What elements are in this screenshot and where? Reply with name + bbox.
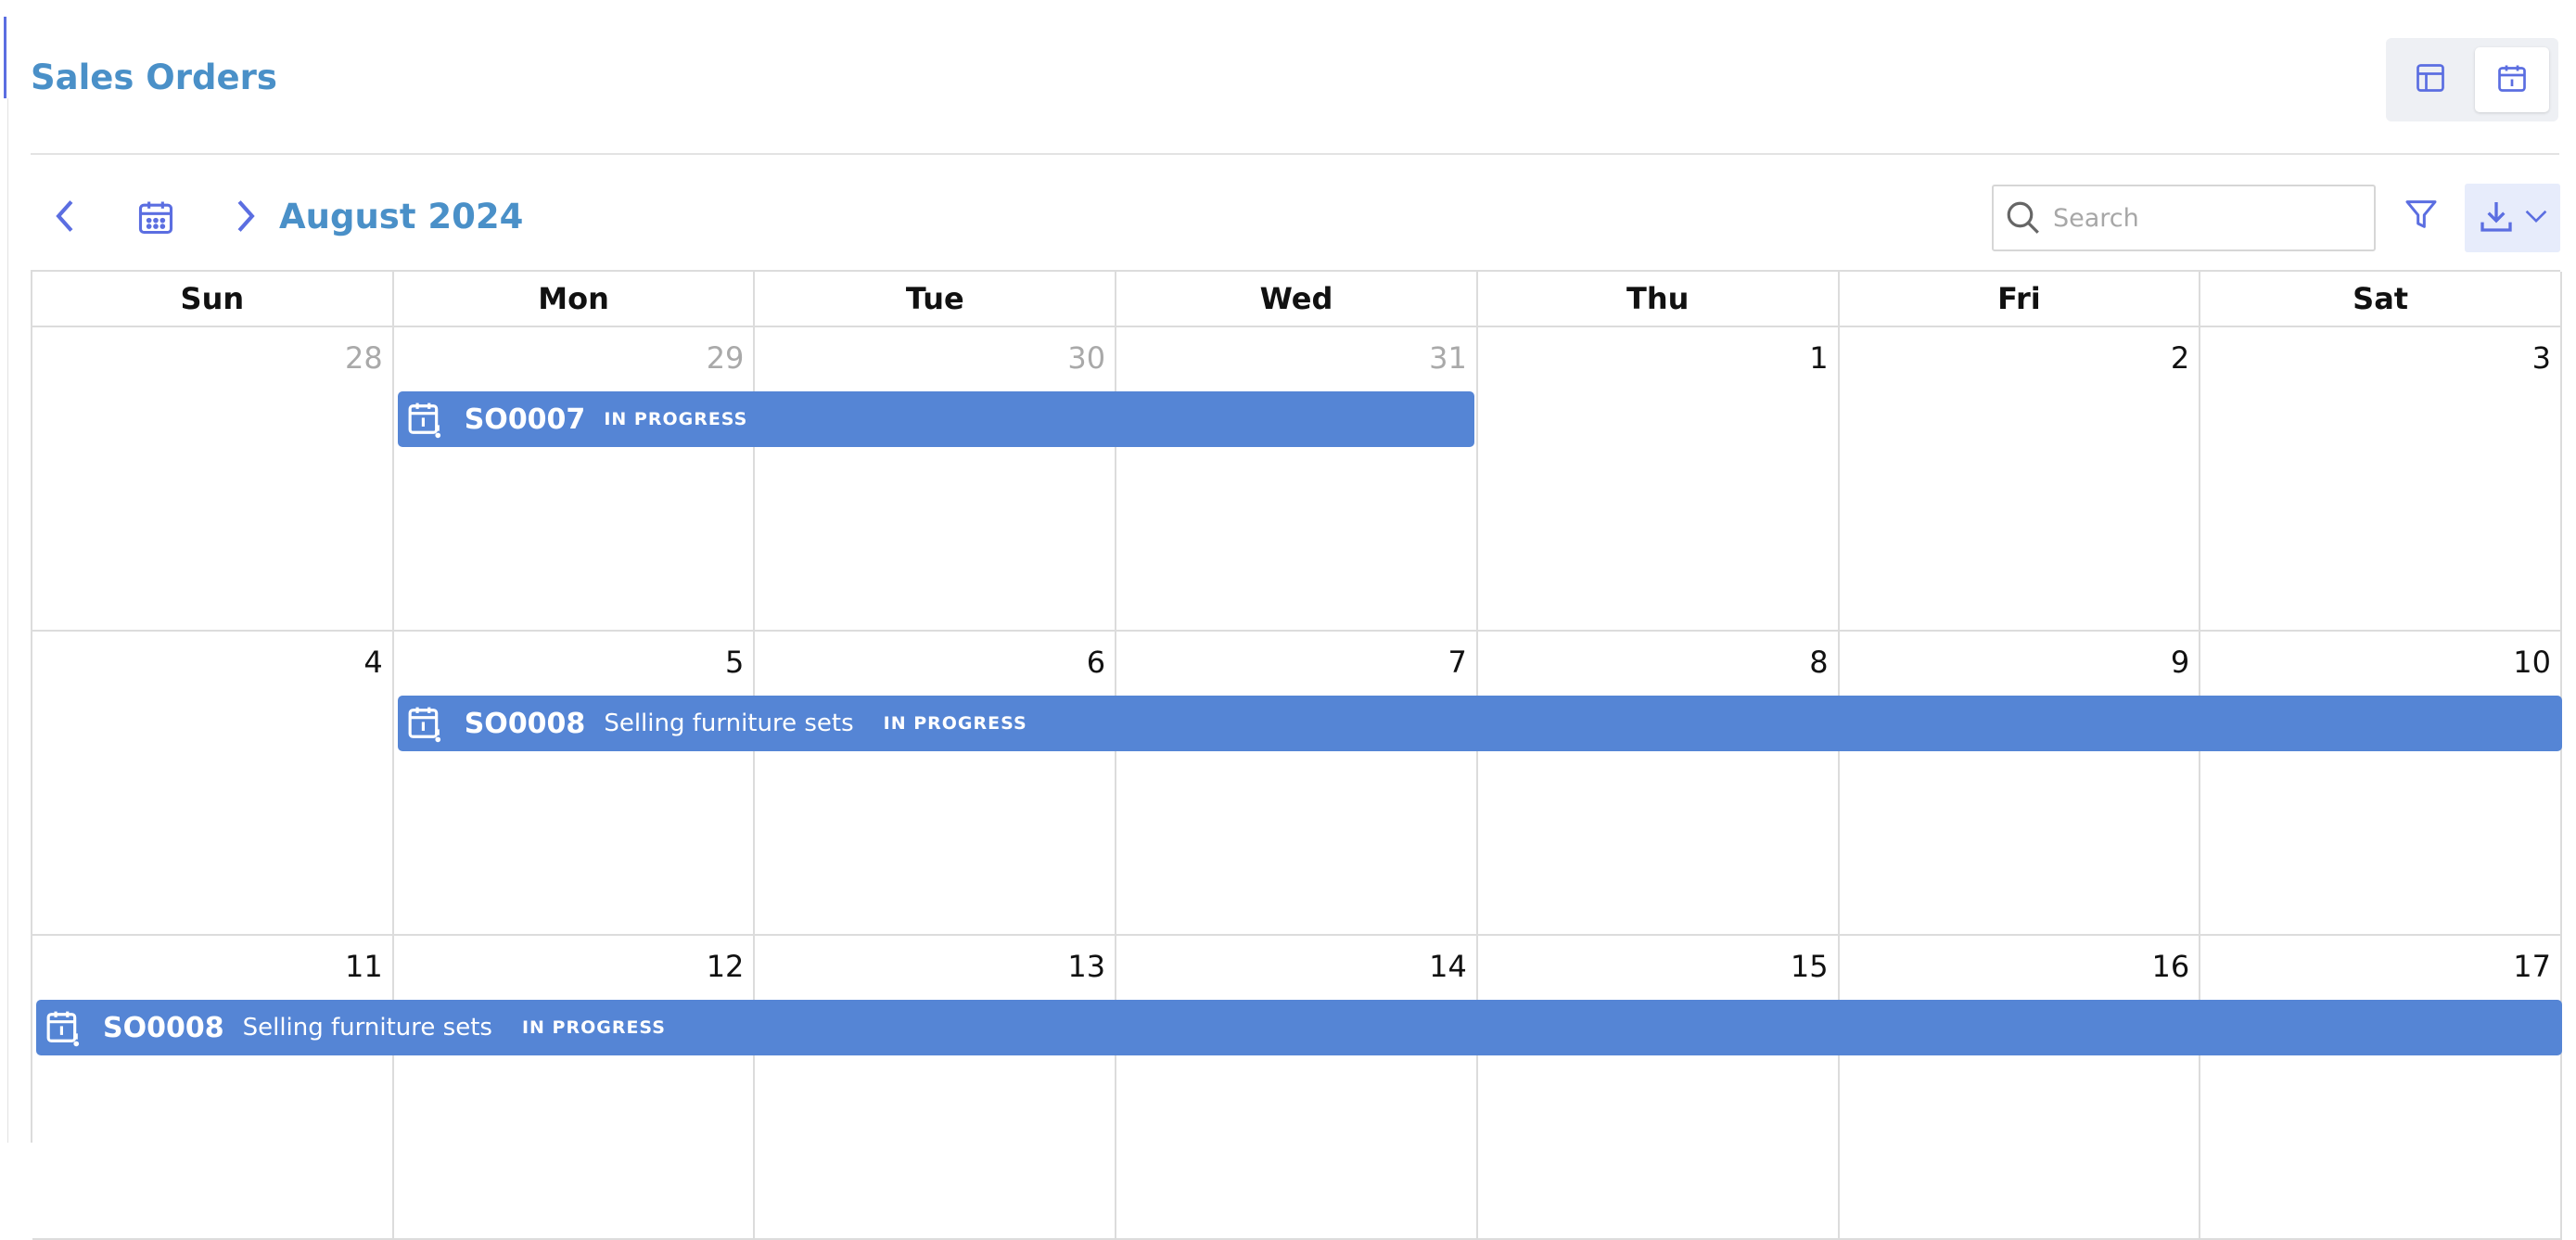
view-toggle [2386,38,2558,121]
day-number: 28 [344,340,383,376]
day-cell[interactable]: 5 [393,632,756,936]
day-cell[interactable]: 10 [2200,632,2562,936]
filter-button[interactable] [2397,190,2445,242]
chevron-down-icon [2524,208,2548,228]
previous-month-button[interactable] [46,195,83,241]
weekday-label: Wed [1116,272,1478,327]
weekday-label: Sun [32,272,394,327]
day-cell[interactable]: 2 [1839,327,2201,632]
event-title: Selling furniture sets [604,709,854,737]
day-cell[interactable]: 28 [32,327,394,632]
download-icon [2478,197,2515,239]
table-icon [2414,61,2447,98]
weekday-label: Mon [393,272,756,327]
day-number: 6 [1086,645,1106,680]
day-number: 31 [1429,340,1467,376]
day-cell[interactable]: 31 [1116,327,1478,632]
day-number: 14 [1429,949,1467,984]
event-code: SO0008 [103,1011,224,1044]
day-number: 30 [1067,340,1106,376]
day-cell[interactable]: 17 [2200,936,2562,1240]
event-bar[interactable]: SO0008 Selling furniture sets IN PROGRESS [36,1000,2562,1055]
header-divider [31,153,2559,155]
day-cell[interactable]: 9 [1839,632,2201,936]
event-status-badge: IN PROGRESS [521,1017,666,1038]
search-input[interactable] [2053,186,2374,249]
today-button[interactable] [130,193,182,245]
day-number: 7 [1447,645,1467,680]
day-cell[interactable]: 11 [32,936,394,1240]
day-number: 15 [1790,949,1829,984]
day-cell[interactable]: 1 [1477,327,1840,632]
chevron-left-icon [53,198,77,237]
current-month-label: August 2024 [279,197,524,236]
event-bar[interactable]: SO0008 Selling furniture sets IN PROGRESS [397,696,2562,751]
left-accent-bar [4,17,6,98]
event-title: Selling furniture sets [242,1014,492,1042]
month-calendar: Sun Mon Tue Wed Thu Fri Sat 28 29 30 31 1 2 3 4 5 6 7 8 9 1… [31,270,2562,1240]
day-number: 12 [706,949,745,984]
day-cell[interactable]: 7 [1116,632,1478,936]
day-cell[interactable]: 16 [1839,936,2201,1240]
weekday-label: Thu [1477,272,1840,327]
calendar-icon [2495,61,2529,98]
day-number: 10 [2513,645,2551,680]
calendar-alert-icon [45,1007,81,1048]
day-number: 11 [344,949,383,984]
page-title: Sales Orders [31,58,277,97]
weekday-label: Fri [1839,272,2201,327]
day-number: 9 [2170,645,2190,680]
day-number: 5 [725,645,745,680]
filter-icon [2403,194,2440,238]
day-number: 17 [2513,949,2551,984]
weekday-header: Sun Mon Tue Wed Thu Fri Sat [32,272,2562,327]
day-number: 13 [1067,949,1106,984]
event-status-badge: IN PROGRESS [883,713,1027,734]
day-number: 16 [2151,949,2190,984]
calendar-alert-icon [407,703,442,744]
calendar-alert-icon [407,399,442,440]
event-code: SO0007 [464,403,586,436]
search-icon [1994,186,2053,249]
table-view-button[interactable] [2393,47,2468,112]
day-cell[interactable]: 30 [755,327,1117,632]
event-status-badge: IN PROGRESS [604,409,748,429]
export-button[interactable] [2465,184,2560,252]
chevron-right-icon [234,198,258,237]
day-cell[interactable]: 13 [755,936,1117,1240]
left-border [7,98,8,1143]
day-cell[interactable]: 15 [1477,936,1840,1240]
day-number: 3 [2531,340,2551,376]
calendar-icon [135,197,176,241]
day-cell[interactable]: 3 [2200,327,2562,632]
day-number: 4 [363,645,383,680]
day-cell[interactable]: 4 [32,632,394,936]
day-number: 29 [706,340,745,376]
calendar-view-button[interactable] [2475,47,2549,112]
day-cell[interactable]: 8 [1477,632,1840,936]
day-cell[interactable]: 29 [393,327,756,632]
weekday-label: Sat [2200,272,2562,327]
day-cell[interactable]: 14 [1116,936,1478,1240]
day-number: 1 [1809,340,1829,376]
day-number: 2 [2170,340,2190,376]
day-cell[interactable]: 12 [393,936,756,1240]
day-cell[interactable]: 6 [755,632,1117,936]
search-field[interactable] [1992,185,2376,251]
weekday-label: Tue [755,272,1117,327]
event-code: SO0008 [464,707,586,740]
event-bar[interactable]: SO0007 IN PROGRESS [397,391,1474,447]
next-month-button[interactable] [227,195,264,241]
day-number: 8 [1809,645,1829,680]
